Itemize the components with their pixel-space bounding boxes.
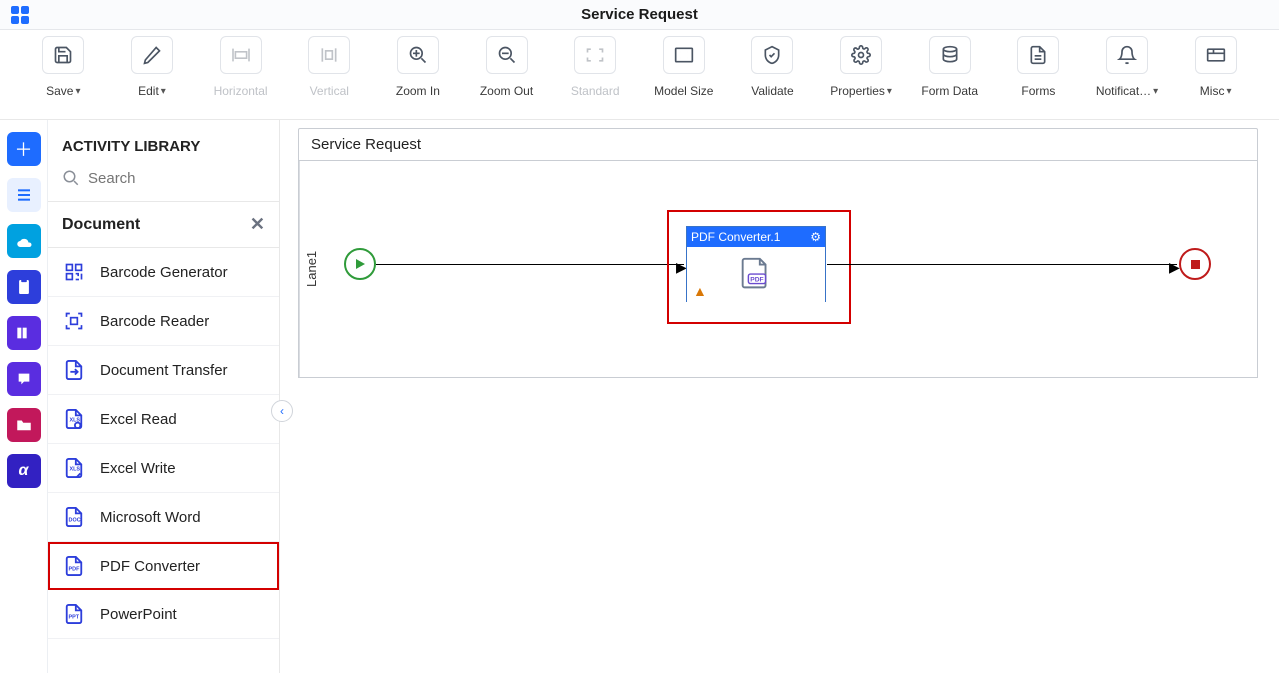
svg-text:PDF: PDF (69, 567, 81, 573)
properties-button[interactable]: Properties▾ (828, 36, 895, 98)
item-label: Document Transfer (100, 362, 228, 379)
activity-titlebar[interactable]: PDF Converter.1 ⚙ (687, 227, 825, 247)
chevron-down-icon: ▾ (887, 86, 892, 97)
activity-powerpoint[interactable]: PPT PowerPoint (48, 590, 279, 639)
svg-text:DOC: DOC (69, 518, 81, 524)
folder-tab[interactable] (7, 408, 41, 442)
zoom-in-label: Zoom In (396, 84, 440, 98)
edit-button[interactable]: Edit▾ (119, 36, 186, 98)
standard-label: Standard (571, 84, 620, 98)
excel-write-icon: XLS (62, 457, 86, 479)
warning-icon: ▲ (693, 283, 707, 299)
validate-label: Validate (751, 84, 793, 98)
svg-text:XLS: XLS (69, 467, 80, 473)
toolbar: Save▾ Edit▾ Horizontal Vertical Zoom In … (0, 30, 1279, 120)
notifications-button[interactable]: Notificat…▾ (1094, 36, 1161, 98)
category-header[interactable]: Document ✕ (48, 202, 279, 248)
lane-label: Lane1 (299, 161, 323, 377)
item-label: Microsoft Word (100, 509, 201, 526)
clipboard-tab[interactable] (7, 270, 41, 304)
align-horizontal-button[interactable]: Horizontal (207, 36, 274, 98)
item-label: Barcode Generator (100, 264, 228, 281)
activity-barcode-generator[interactable]: Barcode Generator (48, 248, 279, 297)
save-label: Save (46, 84, 73, 98)
apps-icon[interactable] (0, 0, 40, 30)
activity-library-sidebar: ACTIVITY LIBRARY Document ✕ Barcode Gene… (48, 120, 280, 673)
chevron-down-icon: ▾ (1153, 86, 1158, 97)
zoom-in-button[interactable]: Zoom In (385, 36, 452, 98)
sidebar-collapse-button[interactable]: ‹ (271, 400, 293, 422)
end-node[interactable] (1179, 248, 1211, 280)
loop-tab[interactable]: α (7, 454, 41, 488)
activity-barcode-reader[interactable]: Barcode Reader (48, 297, 279, 346)
item-label: Excel Read (100, 411, 177, 428)
zoom-out-label: Zoom Out (480, 84, 533, 98)
model-size-button[interactable]: Model Size (650, 36, 717, 98)
validate-button[interactable]: Validate (739, 36, 806, 98)
cloud-tab[interactable] (7, 224, 41, 258)
chevron-down-icon: ▾ (161, 86, 166, 97)
forms-button[interactable]: Forms (1005, 36, 1072, 98)
columns-tab[interactable] (7, 316, 41, 350)
connector-line (376, 264, 684, 265)
item-label: PowerPoint (100, 606, 177, 623)
canvas-title: Service Request (298, 128, 1258, 161)
add-button[interactable]: ＋ (7, 132, 41, 166)
process-canvas[interactable]: Service Request Lane1 ▶ PDF Converter.1 … (298, 128, 1269, 673)
chevron-down-icon: ▾ (75, 86, 80, 97)
library-tab[interactable] (7, 178, 41, 212)
svg-text:PDF: PDF (750, 277, 763, 284)
scan-icon (62, 310, 86, 332)
left-rail: ＋ α (0, 120, 48, 673)
qr-icon (62, 261, 86, 283)
svg-text:PPT: PPT (69, 615, 80, 621)
item-label: PDF Converter (100, 558, 200, 575)
activity-ms-word[interactable]: DOC Microsoft Word (48, 493, 279, 542)
save-button[interactable]: Save▾ (30, 36, 97, 98)
form-data-label: Form Data (921, 84, 978, 98)
pdf-icon: PDF (62, 555, 86, 577)
activity-body: ▲ PDF (687, 247, 825, 303)
model-size-label: Model Size (654, 84, 713, 98)
chevron-down-icon: ▾ (1226, 86, 1231, 97)
page-title: Service Request (0, 6, 1279, 23)
canvas-body[interactable]: Lane1 ▶ PDF Converter.1 ⚙ ▲ PDF (298, 161, 1258, 378)
transfer-icon (62, 359, 86, 381)
misc-label: Misc (1200, 84, 1225, 98)
close-icon[interactable]: ✕ (250, 214, 265, 235)
activity-title: PDF Converter.1 (691, 230, 780, 244)
align-vertical-button[interactable]: Vertical (296, 36, 363, 98)
zoom-standard-button[interactable]: Standard (562, 36, 629, 98)
connector-line (827, 264, 1177, 265)
properties-label: Properties (830, 84, 885, 98)
form-data-button[interactable]: Form Data (916, 36, 983, 98)
gear-icon[interactable]: ⚙ (810, 230, 821, 244)
notifications-label: Notificat… (1096, 84, 1151, 98)
item-label: Barcode Reader (100, 313, 209, 330)
activity-excel-read[interactable]: XLS Excel Read (48, 395, 279, 444)
activity-pdf-converter[interactable]: PDF PDF Converter (48, 542, 279, 590)
edit-label: Edit (138, 84, 159, 98)
title-bar: Service Request (0, 0, 1279, 30)
forms-label: Forms (1021, 84, 1055, 98)
pdf-file-icon: PDF (735, 255, 777, 295)
search-input[interactable] (88, 170, 280, 187)
start-node[interactable] (344, 248, 376, 280)
activity-node-pdf-converter[interactable]: PDF Converter.1 ⚙ ▲ PDF (686, 226, 826, 302)
activity-document-transfer[interactable]: Document Transfer (48, 346, 279, 395)
search-icon (62, 169, 80, 187)
misc-button[interactable]: Misc▾ (1182, 36, 1249, 98)
vertical-label: Vertical (310, 84, 349, 98)
sidebar-heading: ACTIVITY LIBRARY (48, 120, 279, 169)
item-label: Excel Write (100, 460, 176, 477)
excel-read-icon: XLS (62, 408, 86, 430)
category-label: Document (62, 216, 140, 234)
activity-excel-write[interactable]: XLS Excel Write (48, 444, 279, 493)
zoom-out-button[interactable]: Zoom Out (473, 36, 540, 98)
word-icon: DOC (62, 506, 86, 528)
ppt-icon: PPT (62, 603, 86, 625)
chat-tab[interactable] (7, 362, 41, 396)
horizontal-label: Horizontal (214, 84, 268, 98)
search-row (48, 169, 279, 202)
